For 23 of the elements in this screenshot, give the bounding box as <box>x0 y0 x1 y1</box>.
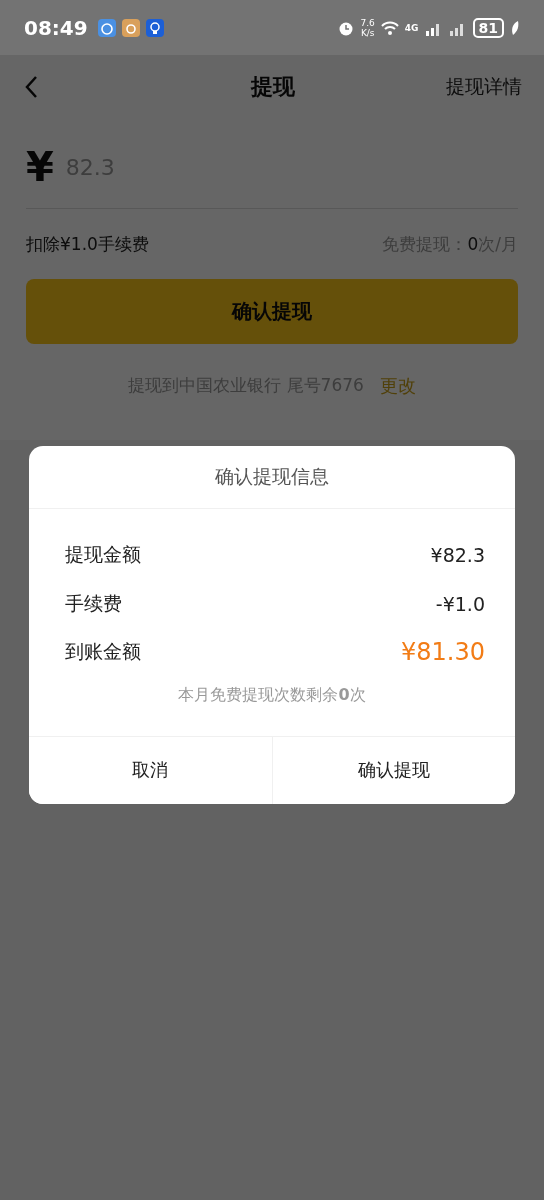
dialog-title: 确认提现信息 <box>29 446 515 509</box>
withdraw-details-link[interactable]: 提现详情 <box>446 73 522 100</box>
bulb-app-icon <box>145 18 164 37</box>
row-value: -¥1.0 <box>435 592 485 615</box>
back-icon[interactable] <box>24 74 38 99</box>
leaf-icon <box>510 18 520 37</box>
row-label: 提现金额 <box>65 542 141 568</box>
quota-note: 本月免费提现次数剩余0次 <box>177 683 367 706</box>
row-value: ¥81.30 <box>401 638 485 667</box>
currency-symbol: ¥ <box>26 144 54 190</box>
confirm-button[interactable]: 确认提现 <box>271 736 515 804</box>
status-time: 08:49 <box>24 15 88 40</box>
page-title: 提现 <box>251 72 295 101</box>
network-type: 4G <box>404 22 419 33</box>
row-label: 手续费 <box>65 590 122 616</box>
row-value: ¥82.3 <box>430 544 485 567</box>
battery-level: 81 <box>472 17 504 38</box>
app-icon <box>121 18 140 37</box>
row-label: 到账金额 <box>65 639 141 665</box>
confirm-withdraw-button[interactable]: 确认提现 <box>26 279 518 344</box>
network-speed: 7.6 K/s <box>360 17 375 38</box>
fee-note: 扣除¥1.0手续费 <box>26 232 149 256</box>
change-link[interactable]: 更改 <box>379 374 416 398</box>
